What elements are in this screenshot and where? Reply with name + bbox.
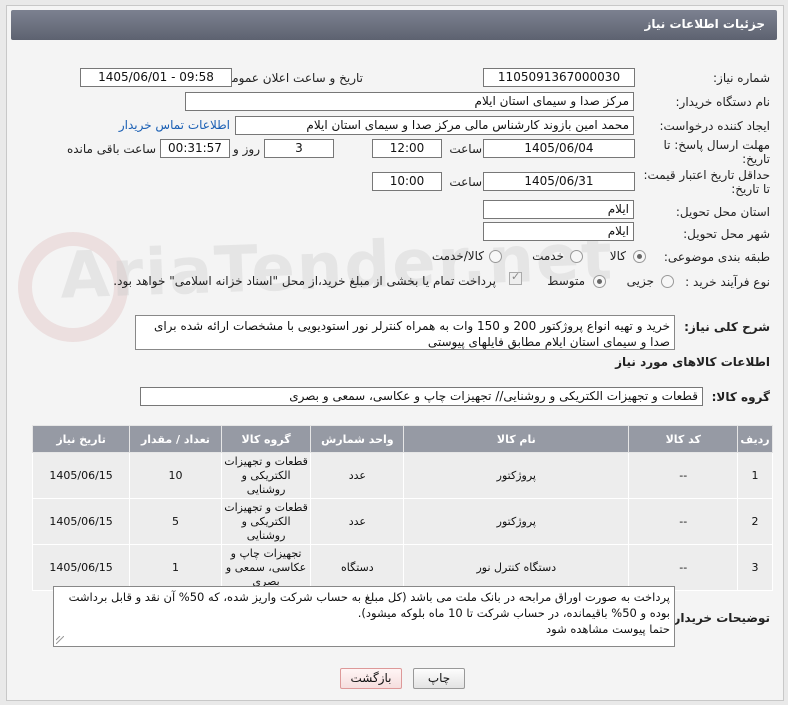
cell-unit: دستگاه — [310, 544, 405, 591]
cell-code: -- — [628, 544, 739, 591]
cell-date: 1405/06/15 — [31, 544, 131, 591]
province-label: استان محل تحویل: — [675, 205, 770, 219]
validity-label-2: تا تاریخ: — [731, 182, 770, 196]
category-option-goods-service: کالا/خدمت — [431, 249, 484, 263]
summary-textarea[interactable]: خرید و تهیه انواع پروژکتور 200 و 150 وات… — [135, 315, 675, 350]
category-label: طبقه بندی موضوعی: — [663, 250, 770, 264]
title-bar: جزئیات اطلاعات نیاز — [11, 10, 777, 40]
payment-checkbox[interactable] — [509, 270, 522, 285]
summary-label: شرح کلی نیاز: — [684, 320, 770, 334]
col-header-row: ردیف — [737, 425, 773, 453]
category-option-goods: کالا — [609, 249, 626, 263]
remaining-field[interactable]: 00:31:57 — [160, 139, 230, 158]
need-number-label: شماره نیاز: — [713, 71, 770, 85]
category-radio-goods[interactable] — [633, 250, 646, 263]
buyer-notes-textarea[interactable]: پرداخت به صورت اوراق مرابحه در بانک ملت … — [53, 586, 675, 647]
deadline-label: مهلت ارسال پاسخ: تا — [663, 138, 770, 152]
process-option-minor: جزیی — [626, 274, 654, 288]
col-header-unit: واحد شمارش — [310, 425, 405, 453]
goods-info-heading: اطلاعات کالاهای مورد نیاز — [615, 355, 770, 369]
cell-date: 1405/06/15 — [31, 498, 131, 545]
cell-group: تجهیزات چاپ و عکاسی، سمعی و بصری — [220, 544, 312, 591]
cell-code: -- — [628, 452, 739, 499]
table-row: 2 -- پروژکتور عدد قطعات و تجهیزات الکتری… — [31, 498, 773, 545]
cell-date: 1405/06/15 — [31, 452, 131, 499]
col-header-group: گروه کالا — [220, 425, 312, 453]
goods-group-label: گروه کالا: — [711, 390, 770, 404]
deadline-time-field[interactable]: 12:00 — [372, 139, 442, 158]
cell-name: دستگاه کنترل نور — [403, 544, 630, 591]
process-label: نوع فرآیند خرید : — [685, 275, 770, 289]
process-option-medium: متوسط — [547, 274, 585, 288]
cell-name: پروژکتور — [403, 498, 630, 545]
category-radio-service[interactable] — [570, 250, 583, 263]
cell-qty: 10 — [129, 452, 222, 499]
category-option-service: خدمت — [532, 249, 564, 263]
city-label: شهر محل تحویل: — [683, 227, 770, 241]
resize-grip-icon[interactable] — [56, 636, 64, 644]
col-header-code: کد کالا — [628, 425, 739, 453]
deadline-label-2: تاریخ: — [742, 152, 770, 166]
cell-qty: 5 — [129, 498, 222, 545]
deadline-date-field[interactable]: 1405/06/04 — [483, 139, 635, 158]
col-header-qty: تعداد / مقدار — [129, 425, 222, 453]
payment-note: پرداخت تمام یا بخشی از مبلغ خرید،از محل … — [113, 274, 496, 288]
cell-name: پروژکتور — [403, 452, 630, 499]
remaining-label: ساعت باقی مانده — [66, 142, 156, 156]
validity-label: حداقل تاریخ اعتبار قیمت: — [643, 168, 770, 182]
validity-time-label: ساعت — [449, 175, 482, 189]
goods-table: ردیف کد کالا نام کالا واحد شمارش گروه کا… — [31, 425, 773, 591]
table-row: 1 -- پروژکتور عدد قطعات و تجهیزات الکتری… — [31, 452, 773, 499]
goods-group-field[interactable]: قطعات و تجهیزات الکتریکی و روشنایی// تجه… — [140, 387, 703, 406]
announce-label: تاریخ و ساعت اعلان عمومی: — [218, 71, 363, 85]
province-field[interactable]: ایلام — [483, 200, 634, 219]
page-title: جزئیات اطلاعات نیاز — [644, 17, 765, 31]
need-number-field[interactable]: 1105091367000030 — [483, 68, 635, 87]
cell-idx: 3 — [737, 544, 773, 591]
cell-idx: 2 — [737, 498, 773, 545]
creator-field[interactable]: محمد امین بازوند کارشناس مالی مرکز صدا و… — [235, 116, 634, 135]
buyer-notes-label: توضیحات خریدار: — [668, 611, 770, 625]
cell-unit: عدد — [310, 452, 405, 499]
col-header-name: نام کالا — [403, 425, 630, 453]
city-field[interactable]: ایلام — [483, 222, 634, 241]
table-row: 3 -- دستگاه کنترل نور دستگاه تجهیزات چاپ… — [31, 544, 773, 591]
back-button[interactable]: بازگشت — [340, 668, 402, 689]
buyer-field[interactable]: مرکز صدا و سیمای استان ایلام — [185, 92, 634, 111]
buyer-notes-line-2: بوده و 50% باقیمانده، در حساب شرکت تا 10… — [357, 606, 670, 620]
deadline-time-label: ساعت — [449, 142, 482, 156]
validity-date-field[interactable]: 1405/06/31 — [483, 172, 635, 191]
days-field[interactable]: 3 — [264, 139, 334, 158]
col-header-date: تاریخ نیاز — [31, 425, 131, 453]
cell-group: قطعات و تجهیزات الکتریکی و روشنایی — [220, 498, 312, 545]
buyer-notes-line-1: پرداخت به صورت اوراق مرابحه در بانک ملت … — [68, 590, 670, 604]
validity-time-field[interactable]: 10:00 — [372, 172, 442, 191]
cell-unit: عدد — [310, 498, 405, 545]
cell-group: قطعات و تجهیزات الکتریکی و روشنایی — [220, 452, 312, 499]
cell-idx: 1 — [737, 452, 773, 499]
process-radio-minor[interactable] — [661, 275, 674, 288]
cell-qty: 1 — [129, 544, 222, 591]
announce-field[interactable]: 1405/06/01 - 09:58 — [80, 68, 232, 87]
creator-label: ایجاد کننده درخواست: — [659, 119, 770, 133]
cell-code: -- — [628, 498, 739, 545]
contact-info-link[interactable]: اطلاعات تماس خریدار — [119, 118, 230, 132]
buyer-label: نام دستگاه خریدار: — [675, 95, 771, 109]
days-label: روز و — [233, 142, 260, 156]
buyer-notes-line-3: حتما پیوست مشاهده شود — [546, 622, 670, 636]
print-button[interactable]: چاپ — [413, 668, 465, 689]
summary-text: خرید و تهیه انواع پروژکتور 200 و 150 وات… — [153, 319, 670, 349]
category-radio-goods-service[interactable] — [489, 250, 502, 263]
process-radio-medium[interactable] — [593, 275, 606, 288]
